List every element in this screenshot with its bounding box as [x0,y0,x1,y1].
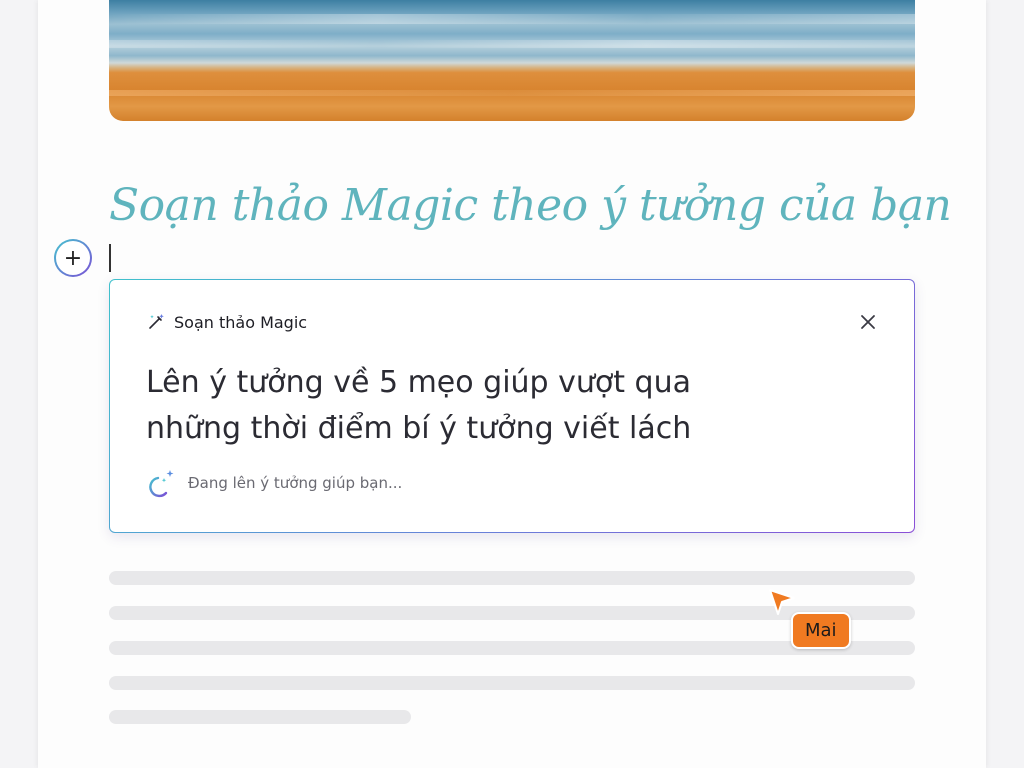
panel-header: Soạn thảo Magic [146,312,307,332]
hero-image [109,0,915,121]
placeholder-line [109,710,411,724]
magic-wand-icon [149,314,164,329]
close-button[interactable] [858,312,878,332]
sparkle-spinner-icon [149,470,174,498]
collaborator-name-tag: Mai [791,612,851,649]
plus-icon: + [63,245,83,271]
collaborator-cursor-icon [769,589,795,615]
status-row: Đang lên ý tưởng giúp bạn... [146,466,402,500]
placeholder-line [109,571,915,585]
add-block-button[interactable]: + [54,239,92,277]
magic-write-panel: Soạn thảo Magic Lên ý tưởng về 5 mẹo giú… [109,279,915,533]
document-heading[interactable]: Soạn thảo Magic theo ý tưởng của bạn [109,180,952,231]
close-icon [861,315,875,329]
text-caret [109,244,111,272]
prompt-text: Lên ý tưởng về 5 mẹo giúp vượt qua những… [146,365,692,446]
panel-title: Soạn thảo Magic [174,312,308,332]
status-text: Đang lên ý tưởng giúp bạn... [188,474,403,492]
placeholder-line [109,676,915,690]
